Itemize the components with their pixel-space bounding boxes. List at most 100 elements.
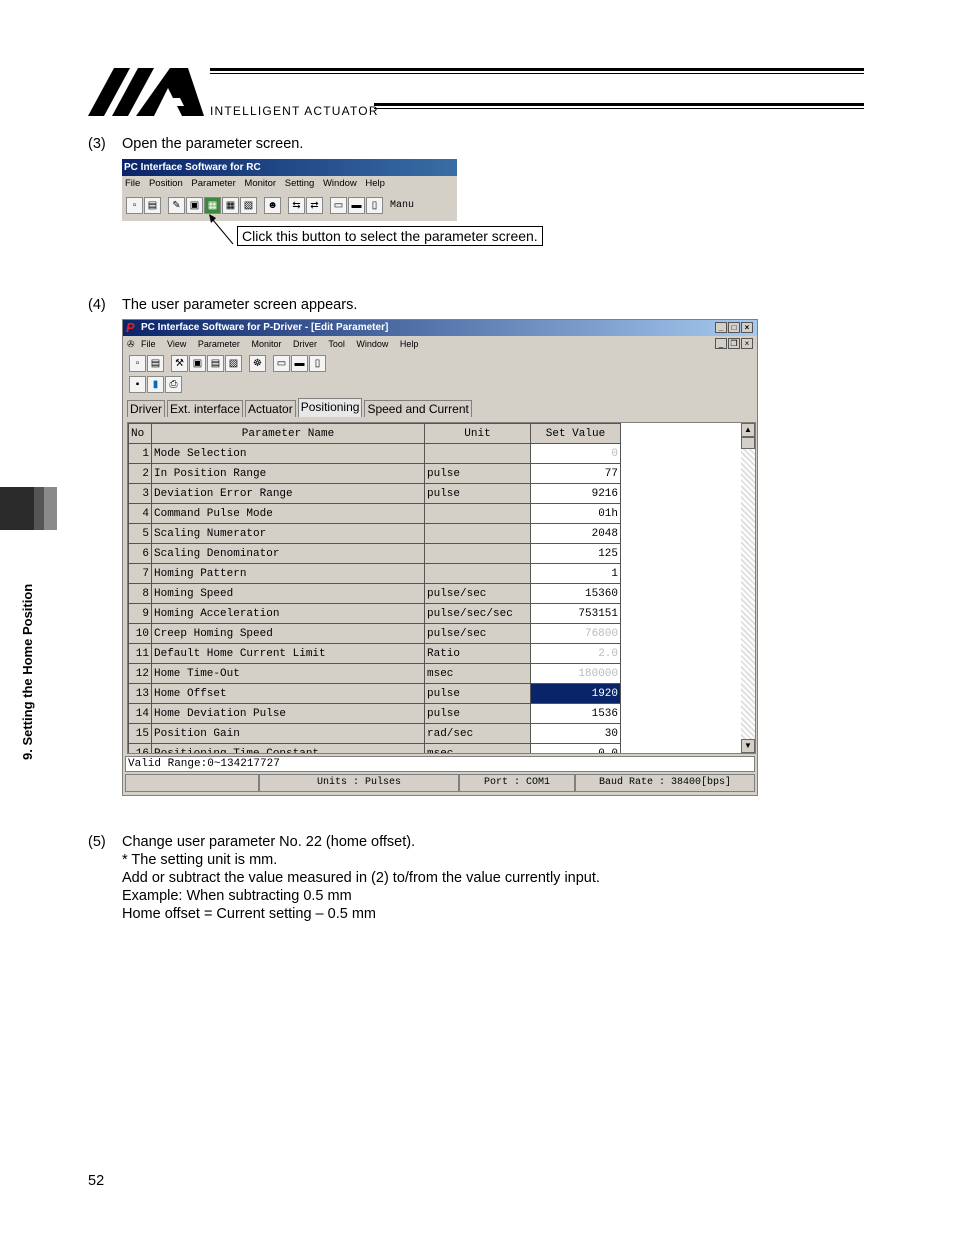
rc-menu-position[interactable]: Position [149, 178, 183, 189]
rc-menu-window[interactable]: Window [323, 178, 357, 189]
new-file-icon[interactable]: ▫ [126, 196, 143, 214]
row-set-value[interactable]: 2.0 [530, 643, 621, 664]
table-row[interactable]: 5 Scaling Numerator 2048 [128, 523, 621, 544]
menu-view[interactable]: View [167, 339, 186, 349]
child-restore-button[interactable]: ❐ [728, 338, 740, 349]
tab-positioning[interactable]: Positioning [297, 398, 363, 417]
minimize-button[interactable]: _ [715, 322, 727, 333]
rc-menu-help[interactable]: Help [365, 178, 385, 189]
tab-ext-interface[interactable]: Ext. interface [167, 400, 244, 417]
row-set-value[interactable]: 2048 [530, 523, 621, 544]
row-no: 12 [128, 663, 152, 684]
table-row[interactable]: 16 Positioning Time Constant msec 0.0 [128, 743, 621, 753]
table-row[interactable]: 11 Default Home Current Limit Ratio 2.0 [128, 643, 621, 664]
table-row[interactable]: 15 Position Gain rad/sec 30 [128, 723, 621, 744]
row-set-value[interactable]: 0.0 [530, 743, 621, 753]
save-icon[interactable]: ▪ [129, 375, 146, 393]
write-icon[interactable]: ▮ [147, 375, 164, 393]
table-row[interactable]: 12 Home Time-Out msec 180000 [128, 663, 621, 684]
open-folder-icon[interactable]: ▤ [144, 196, 161, 214]
row-set-value[interactable]: 1536 [530, 703, 621, 724]
rc-toolbar-manual[interactable]: Manu [390, 200, 414, 211]
menu-tool[interactable]: Tool [328, 339, 345, 349]
scroll-thumb[interactable] [741, 437, 755, 449]
row-set-value[interactable]: 0 [530, 443, 621, 464]
scroll-up-icon[interactable]: ▲ [741, 423, 755, 437]
param-menu-bar: ✇ File View Parameter Monitor Driver Too… [123, 336, 757, 352]
row-set-value[interactable]: 1920 [530, 683, 621, 704]
row-parameter-name: Position Gain [151, 723, 425, 744]
table-row[interactable]: 13 Home Offset pulse 1920 [128, 683, 621, 704]
maximize-button[interactable]: □ [728, 322, 740, 333]
row-set-value[interactable]: 180000 [530, 663, 621, 684]
tools-icon[interactable]: ⚒ [171, 354, 188, 372]
new-file-icon[interactable]: ▫ [129, 354, 146, 372]
tile-vertical-icon[interactable]: ▯ [366, 196, 383, 214]
row-set-value[interactable]: 9216 [530, 483, 621, 504]
scroll-down-icon[interactable]: ▼ [741, 739, 755, 753]
tab-actuator[interactable]: Actuator [245, 400, 296, 417]
servo-icon[interactable]: ☸ [249, 354, 266, 372]
menu-parameter[interactable]: Parameter [198, 339, 240, 349]
cascade-icon[interactable]: ▭ [273, 354, 290, 372]
child-minimize-button[interactable]: _ [715, 338, 727, 349]
row-set-value[interactable]: 77 [530, 463, 621, 484]
row-no: 6 [128, 543, 152, 564]
table-row[interactable]: 14 Home Deviation Pulse pulse 1536 [128, 703, 621, 724]
row-parameter-name: Scaling Denominator [151, 543, 425, 564]
tile-horizontal-icon[interactable]: ▬ [291, 354, 308, 372]
table-icon[interactable]: ▦ [222, 196, 239, 214]
list-icon[interactable]: ▤ [207, 354, 224, 372]
monitor-screen-icon[interactable]: ▣ [189, 354, 206, 372]
menu-help[interactable]: Help [400, 339, 419, 349]
table-row[interactable]: 1 Mode Selection 0 [128, 443, 621, 464]
chart-icon[interactable]: ▧ [240, 196, 257, 214]
table-row[interactable]: 4 Command Pulse Mode 01h [128, 503, 621, 524]
table-row[interactable]: 7 Homing Pattern 1 [128, 563, 621, 584]
rc-menu-parameter[interactable]: Parameter [191, 178, 235, 189]
tab-speed-current[interactable]: Speed and Current [364, 400, 472, 417]
row-set-value[interactable]: 15360 [530, 583, 621, 604]
close-button[interactable]: × [741, 322, 753, 333]
app-p-icon: P [126, 320, 135, 335]
parameter-screen-icon[interactable]: ▦ [204, 196, 221, 214]
table-row[interactable]: 9 Homing Acceleration pulse/sec/sec 753151 [128, 603, 621, 624]
row-parameter-name: Homing Acceleration [151, 603, 425, 624]
rc-menu-bar: File Position Parameter Monitor Setting … [122, 176, 457, 192]
position-edit-icon[interactable]: ▣ [186, 196, 203, 214]
monitor-icon[interactable]: ☻ [264, 196, 281, 214]
menu-driver[interactable]: Driver [293, 339, 317, 349]
table-row[interactable]: 8 Homing Speed pulse/sec 15360 [128, 583, 621, 604]
print-icon[interactable]: ⎙ [165, 375, 182, 393]
open-folder-icon[interactable]: ▤ [147, 354, 164, 372]
row-unit [424, 523, 531, 544]
row-set-value[interactable]: 76800 [530, 623, 621, 644]
table-row[interactable]: 2 In Position Range pulse 77 [128, 463, 621, 484]
menu-file[interactable]: File [141, 339, 156, 349]
row-set-value[interactable]: 125 [530, 543, 621, 564]
menu-window[interactable]: Window [356, 339, 388, 349]
row-no: 3 [128, 483, 152, 504]
rc-menu-setting[interactable]: Setting [285, 178, 315, 189]
menu-monitor[interactable]: Monitor [251, 339, 281, 349]
table-row[interactable]: 10 Creep Homing Speed pulse/sec 76800 [128, 623, 621, 644]
row-set-value[interactable]: 753151 [530, 603, 621, 624]
edit-pencil-icon[interactable]: ✎ [168, 196, 185, 214]
chart-icon[interactable]: ▧ [225, 354, 242, 372]
table-row[interactable]: 3 Deviation Error Range pulse 9216 [128, 483, 621, 504]
receive-icon[interactable]: ⇄ [306, 196, 323, 214]
tile-vertical-icon[interactable]: ▯ [309, 354, 326, 372]
row-set-value[interactable]: 01h [530, 503, 621, 524]
cascade-icon[interactable]: ▭ [330, 196, 347, 214]
table-row[interactable]: 6 Scaling Denominator 125 [128, 543, 621, 564]
tile-horizontal-icon[interactable]: ▬ [348, 196, 365, 214]
callout-text: Click this button to select the paramete… [237, 226, 543, 246]
vertical-scrollbar[interactable]: ▲ ▼ [741, 423, 755, 753]
rc-menu-file[interactable]: File [125, 178, 140, 189]
row-set-value[interactable]: 1 [530, 563, 621, 584]
rc-menu-monitor[interactable]: Monitor [244, 178, 276, 189]
child-close-button[interactable]: × [741, 338, 753, 349]
transfer-icon[interactable]: ⇆ [288, 196, 305, 214]
tab-driver[interactable]: Driver [127, 400, 165, 417]
row-set-value[interactable]: 30 [530, 723, 621, 744]
